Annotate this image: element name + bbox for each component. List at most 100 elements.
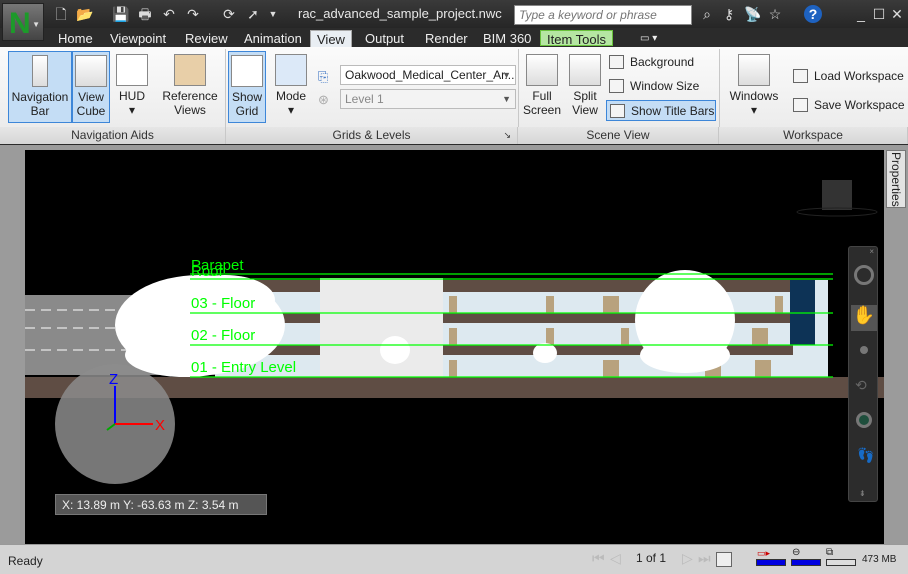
grid-check-icon bbox=[231, 55, 263, 87]
minimize-icon[interactable]: _ bbox=[852, 5, 870, 23]
zoom-icon[interactable] bbox=[860, 346, 868, 354]
full-screen-icon bbox=[526, 54, 558, 86]
tab-review[interactable]: Review bbox=[179, 30, 234, 47]
memory-usage: 473 MB bbox=[862, 554, 897, 565]
document-title: rac_advanced_sample_project.nwc bbox=[298, 6, 502, 21]
background-icon bbox=[609, 55, 624, 69]
load-workspace-icon bbox=[793, 69, 808, 83]
customize-icon[interactable]: ⇟ bbox=[859, 489, 866, 498]
group-label-navigation-aids: Navigation Aids bbox=[0, 127, 226, 144]
scene-canvas: Parapet Roof 03 - Floor 02 - Floor 01 - … bbox=[25, 180, 884, 484]
network-icon: ⧉ bbox=[826, 547, 834, 558]
last-page-icon[interactable]: ⏭ bbox=[698, 550, 711, 567]
steering-wheel-icon[interactable] bbox=[854, 265, 874, 285]
tab-bim360[interactable]: BIM 360 bbox=[477, 30, 537, 47]
orbit-icon[interactable]: ⟲ bbox=[855, 377, 867, 394]
close-icon[interactable]: ✕ bbox=[888, 5, 906, 23]
coordinates-readout: X: 13.89 m Y: -63.63 m Z: 3.54 m bbox=[55, 494, 267, 515]
key-icon[interactable]: ⚷ bbox=[720, 5, 738, 23]
tree-small bbox=[533, 343, 557, 363]
chevron-down-icon: ▼ bbox=[32, 20, 40, 29]
tree-small bbox=[380, 336, 410, 364]
level-icon: ⊛ bbox=[318, 92, 329, 107]
group-label-workspace: Workspace bbox=[719, 127, 908, 144]
tab-output[interactable]: Output bbox=[359, 30, 410, 47]
select-cursor-icon[interactable]: ➚ bbox=[244, 5, 262, 23]
previous-page-icon[interactable]: ◁ bbox=[610, 550, 621, 567]
tab-viewpoint[interactable]: Viewpoint bbox=[104, 30, 172, 47]
tab-render[interactable]: Render bbox=[419, 30, 474, 47]
tree-east bbox=[635, 270, 735, 373]
level-dropdown[interactable]: Level 1 ▼ bbox=[340, 89, 516, 109]
reference-map-icon bbox=[174, 54, 206, 86]
next-page-icon[interactable]: ▷ bbox=[682, 550, 693, 567]
x-axis-label: X bbox=[155, 417, 165, 434]
new-file-icon[interactable]: 🗋 bbox=[52, 5, 70, 23]
help-icon[interactable]: ? bbox=[804, 5, 822, 23]
show-title-bars-button[interactable]: Show Title Bars bbox=[606, 100, 716, 121]
view-cube[interactable] bbox=[822, 180, 852, 210]
window-size-button[interactable]: Window Size bbox=[606, 76, 716, 97]
full-screen-button[interactable]: Full Screen bbox=[522, 51, 562, 123]
tab-item-tools[interactable]: Item Tools bbox=[540, 30, 614, 47]
status-bar: Ready ⏮ ◁ 1 of 1 ▷ ⏭ ▭▸ ⊖ ⧉ 473 MB bbox=[0, 544, 908, 574]
split-view-button[interactable]: Split View bbox=[566, 51, 604, 123]
window-size-icon bbox=[609, 79, 624, 93]
customize-dropdown-icon[interactable]: ▼ bbox=[264, 5, 282, 23]
load-workspace-button[interactable]: Load Workspace bbox=[790, 66, 906, 87]
tab-view[interactable]: View bbox=[310, 30, 352, 47]
web-server-progress-bar bbox=[826, 559, 856, 566]
ribbon-minimize-icon[interactable]: ▭ ▾ bbox=[634, 30, 663, 47]
dialog-launcher-icon[interactable]: ↘ bbox=[503, 127, 511, 144]
windows-button[interactable]: Windows ▾ bbox=[726, 51, 782, 123]
print-icon[interactable]: 🖶 bbox=[136, 5, 154, 23]
navigation-bar-icon bbox=[32, 55, 48, 87]
close-icon[interactable]: × bbox=[869, 247, 874, 256]
undo-icon[interactable]: ↶ bbox=[160, 5, 178, 23]
reference-views-button[interactable]: Reference Views bbox=[160, 51, 220, 123]
view-cube-icon bbox=[75, 55, 107, 87]
ribbon-panel: Navigation Bar View Cube HUD ▾ Reference … bbox=[0, 47, 908, 144]
tab-home[interactable]: Home bbox=[52, 30, 99, 47]
refresh-icon[interactable]: ⟳ bbox=[220, 5, 238, 23]
properties-tab[interactable]: Properties bbox=[886, 150, 906, 208]
show-grid-button[interactable]: Show Grid bbox=[228, 51, 266, 123]
save-icon[interactable]: 💾 bbox=[112, 5, 130, 23]
hud-button[interactable]: HUD ▾ bbox=[114, 51, 150, 123]
save-workspace-button[interactable]: Save Workspace bbox=[790, 95, 906, 116]
mode-button[interactable]: Mode ▾ bbox=[272, 51, 310, 123]
ribbon-tabs: Home Viewpoint Review Animation View Out… bbox=[0, 28, 908, 47]
pan-hand-icon[interactable]: ✋ bbox=[851, 305, 877, 331]
model-file-dropdown[interactable]: Oakwood_Medical_Center_Ar... ▼ bbox=[340, 65, 516, 85]
z-axis-label: Z bbox=[109, 371, 118, 388]
binoculars-icon[interactable]: ⌕ bbox=[698, 5, 716, 23]
search-input[interactable] bbox=[514, 5, 692, 25]
3d-viewport[interactable]: Parapet Roof 03 - Floor 02 - Floor 01 - … bbox=[25, 150, 884, 544]
navigation-bar-button[interactable]: Navigation Bar bbox=[8, 51, 72, 123]
view-cube-button[interactable]: View Cube bbox=[72, 51, 110, 123]
look-eye-icon[interactable] bbox=[856, 412, 872, 428]
level-label-02-floor: 02 - Floor bbox=[191, 327, 255, 344]
navigation-bar: × ✋ ⟲ 👣 ⇟ bbox=[848, 246, 878, 502]
application-menu-button[interactable]: N ▼ bbox=[2, 3, 44, 41]
pencil-progress-bar bbox=[756, 559, 786, 566]
satellite-icon[interactable]: 📡 bbox=[744, 5, 762, 23]
disk-progress-bar bbox=[791, 559, 821, 566]
building-core bbox=[320, 278, 443, 377]
tab-animation[interactable]: Animation bbox=[238, 30, 308, 47]
star-icon[interactable]: ☆ bbox=[766, 5, 784, 23]
walk-footprints-icon[interactable]: 👣 bbox=[857, 447, 874, 464]
sheet-browser-icon[interactable] bbox=[716, 552, 732, 567]
background-button[interactable]: Background bbox=[606, 52, 716, 73]
group-label-grids-levels: Grids & Levels ↘ bbox=[226, 127, 518, 144]
hud-axes-icon bbox=[116, 54, 148, 86]
level-label-roof: Roof bbox=[191, 263, 224, 280]
open-folder-icon[interactable]: 📂 bbox=[76, 5, 94, 23]
level-label-03-floor: 03 - Floor bbox=[191, 295, 255, 312]
windows-icon bbox=[738, 54, 770, 86]
first-page-icon[interactable]: ⏮ bbox=[592, 550, 605, 567]
redo-icon[interactable]: ↷ bbox=[184, 5, 202, 23]
maximize-icon[interactable]: ☐ bbox=[870, 5, 888, 23]
grid-mode-icon bbox=[275, 54, 307, 86]
save-workspace-icon bbox=[793, 98, 808, 112]
